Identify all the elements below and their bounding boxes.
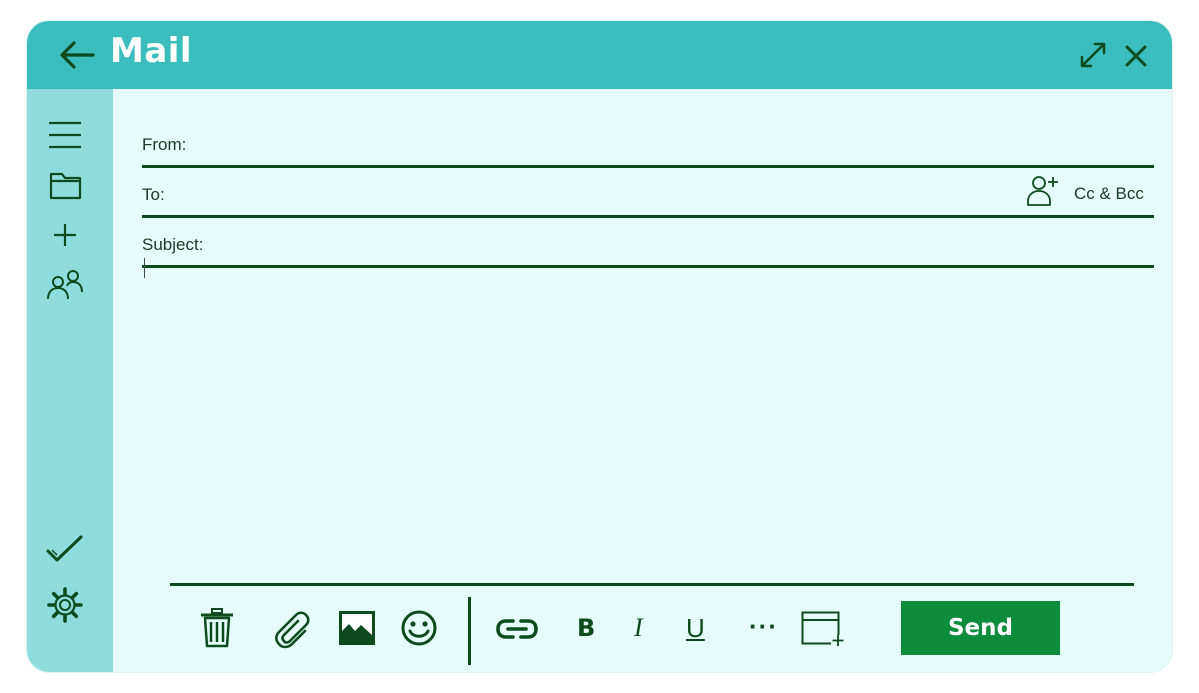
- toolbar-divider: [170, 583, 1134, 586]
- toolbar-separator: [468, 597, 471, 665]
- delete-button[interactable]: [199, 607, 235, 654]
- new-window-button[interactable]: [801, 611, 847, 652]
- menu-icon: [49, 121, 81, 149]
- close-button[interactable]: [1123, 43, 1149, 69]
- cc-bcc-link[interactable]: Cc & Bcc: [1074, 184, 1144, 204]
- contacts-icon: [47, 270, 83, 300]
- subject-label: Subject:: [142, 235, 204, 254]
- compose-area: From: To: Cc & Bcc Subject: B I U ··· Se…: [113, 89, 1172, 672]
- arrow-left-icon: [60, 41, 95, 69]
- italic-button[interactable]: I: [634, 613, 643, 643]
- expand-icon: [1080, 42, 1106, 68]
- gear-icon: [47, 587, 83, 623]
- sidebar-item-new[interactable]: [45, 217, 85, 253]
- close-icon: [1125, 45, 1147, 67]
- folder-icon: [49, 172, 82, 200]
- more-options-button[interactable]: ···: [749, 611, 778, 641]
- window-title: Mail: [110, 31, 193, 71]
- from-field: From:: [142, 118, 1154, 168]
- insert-image-button[interactable]: [339, 611, 375, 650]
- sidebar-item-menu[interactable]: [45, 117, 85, 153]
- sidebar-item-folders[interactable]: [45, 167, 85, 203]
- bold-button[interactable]: B: [577, 613, 595, 643]
- title-bar: Mail: [27, 21, 1172, 89]
- sidebar: [27, 89, 113, 672]
- send-button[interactable]: Send: [901, 601, 1060, 655]
- add-recipient-button[interactable]: [1026, 173, 1060, 207]
- expand-button[interactable]: [1077, 39, 1109, 71]
- back-button[interactable]: [57, 38, 97, 72]
- plus-icon: [54, 224, 76, 246]
- link-icon: [496, 619, 538, 639]
- paperclip-icon: [275, 611, 310, 649]
- image-icon: [339, 611, 375, 645]
- sidebar-item-done[interactable]: [45, 531, 85, 567]
- attach-button[interactable]: [275, 609, 313, 654]
- to-input[interactable]: [182, 181, 1014, 209]
- sidebar-item-contacts[interactable]: [45, 267, 85, 303]
- trash-icon: [201, 608, 233, 648]
- emoji-button[interactable]: [400, 609, 438, 652]
- add-person-icon: [1027, 176, 1058, 206]
- message-body[interactable]: [142, 254, 1154, 574]
- underline-button[interactable]: U: [686, 613, 705, 643]
- from-label: From:: [142, 135, 187, 154]
- to-label: To:: [142, 185, 165, 204]
- sidebar-item-settings[interactable]: [45, 587, 85, 623]
- smiley-icon: [401, 610, 437, 646]
- from-input[interactable]: [200, 131, 1004, 159]
- text-caret: [144, 258, 145, 278]
- insert-link-button[interactable]: [495, 617, 539, 646]
- checkmark-icon: [46, 535, 83, 562]
- to-field: To: Cc & Bcc: [142, 168, 1154, 218]
- mail-window: Mail From: To: Cc & Bcc Subject: B I U ·…: [27, 21, 1172, 672]
- new-window-icon: [801, 611, 845, 647]
